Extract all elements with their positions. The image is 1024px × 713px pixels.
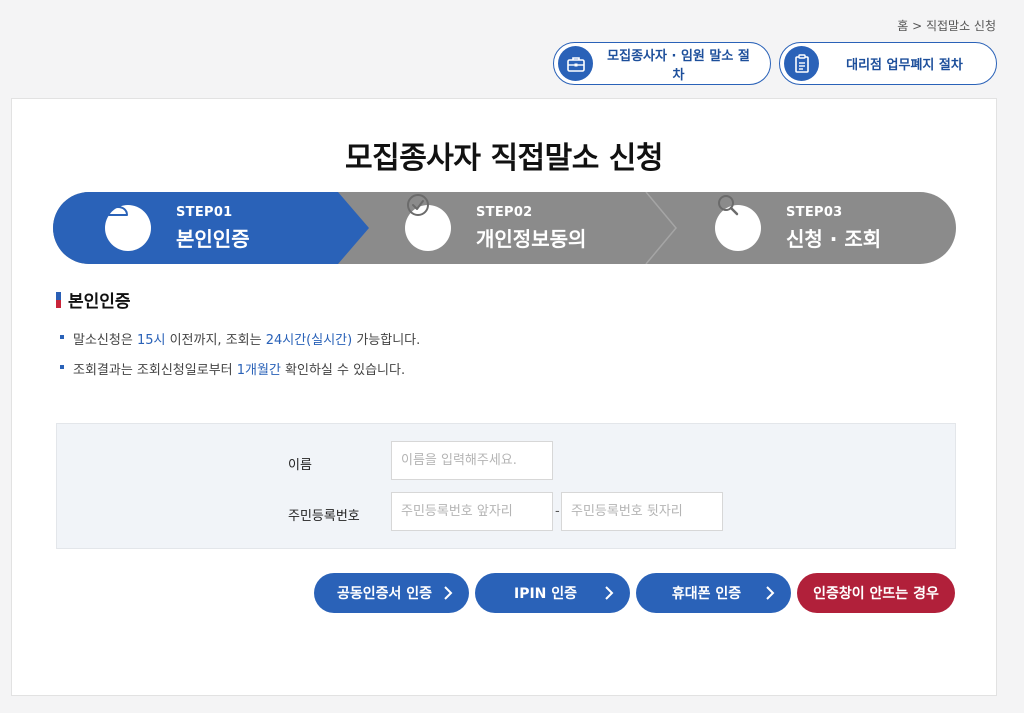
member-removal-procedure-button[interactable]: 모집종사자 · 임원 말소 절차 — [553, 42, 771, 85]
notice-item-2: 조회결과는 조회신청일로부터 1개월간 확인하실 수 있습니다. — [60, 359, 420, 378]
auth-popup-help-label: 인증창이 안뜨는 경우 — [813, 586, 939, 602]
rrn-label: 주민등록번호 — [288, 509, 360, 524]
document-icon — [784, 46, 819, 81]
agency-closure-procedure-button[interactable]: 대리점 업무폐지 절차 — [779, 42, 997, 85]
name-label: 이름 — [288, 458, 312, 473]
rrn-back-input[interactable] — [561, 492, 723, 531]
chevron-right-icon — [766, 586, 775, 600]
person-icon — [105, 195, 151, 251]
step-3: STEP03 신청 · 조회 — [715, 192, 881, 264]
main-card: 모집종사자 직접말소 신청 STEP01 본인인증 STEP02 개인정보동의 … — [11, 98, 997, 696]
section-title-text: 본인인증 — [68, 292, 131, 312]
member-removal-procedure-label: 모집종사자 · 임원 말소 절차 — [607, 48, 750, 83]
step-indicator: STEP01 본인인증 STEP02 개인정보동의 STEP03 신청 · 조회 — [53, 192, 956, 264]
agency-closure-procedure-label: 대리점 업무폐지 절차 — [846, 58, 963, 73]
step-2-label: 개인정보동의 — [476, 226, 587, 251]
chevron-right-icon — [444, 586, 453, 600]
step-1: STEP01 본인인증 — [105, 192, 250, 264]
step-2: STEP02 개인정보동의 — [405, 192, 586, 264]
briefcase-icon — [558, 46, 593, 81]
notice-text: 말소신청은 — [73, 333, 137, 348]
step-2-number: STEP02 — [476, 204, 533, 220]
breadcrumb: 홈 > 직접말소 신청 — [897, 19, 996, 33]
step-1-label: 본인인증 — [176, 226, 250, 251]
notice-highlight: 15시 — [136, 333, 166, 348]
phone-auth-label: 휴대폰 인증 — [671, 586, 742, 602]
section-title: 본인인증 — [56, 287, 131, 312]
auth-popup-help-button[interactable]: 인증창이 안뜨는 경우 — [797, 573, 955, 613]
notice-highlight: 1개월간 — [236, 363, 281, 378]
certificate-auth-label: 공동인증서 인증 — [336, 586, 433, 602]
certificate-auth-button[interactable]: 공동인증서 인증 — [314, 573, 469, 613]
notice-item-1: 말소신청은 15시 이전까지, 조회는 24시간(실시간) 가능합니다. — [60, 329, 420, 348]
page-title: 모집종사자 직접말소 신청 — [345, 141, 664, 176]
search-icon — [715, 195, 761, 251]
top-links: 모집종사자 · 임원 말소 절차 대리점 업무폐지 절차 — [553, 42, 997, 85]
identity-form: 이름 주민등록번호 - — [56, 423, 956, 549]
ipin-auth-button[interactable]: IPIN 인증 — [475, 573, 630, 613]
notice-text: 가능합니다. — [352, 333, 421, 348]
name-input[interactable] — [391, 441, 553, 480]
notice-highlight: 24시간(실시간) — [265, 333, 353, 348]
step-3-number: STEP03 — [786, 204, 843, 220]
notice-text: 확인하실 수 있습니다. — [280, 363, 406, 378]
chevron-right-icon — [605, 586, 614, 600]
notice-text: 조회결과는 조회신청일로부터 — [73, 363, 237, 378]
phone-auth-button[interactable]: 휴대폰 인증 — [636, 573, 791, 613]
section-title-marker — [56, 291, 61, 308]
rrn-separator: - — [555, 504, 560, 519]
auth-buttons: 공동인증서 인증 IPIN 인증 휴대폰 인증 인증창이 안뜨는 경우 — [314, 573, 955, 613]
notice-list: 말소신청은 15시 이전까지, 조회는 24시간(실시간) 가능합니다. 조회결… — [60, 329, 420, 389]
step-3-label: 신청 · 조회 — [786, 226, 882, 251]
check-circle-icon — [405, 194, 451, 251]
ipin-auth-label: IPIN 인증 — [513, 586, 578, 602]
rrn-front-input[interactable] — [391, 492, 553, 531]
notice-text: 이전까지, 조회는 — [165, 333, 266, 348]
step-1-number: STEP01 — [176, 204, 233, 220]
